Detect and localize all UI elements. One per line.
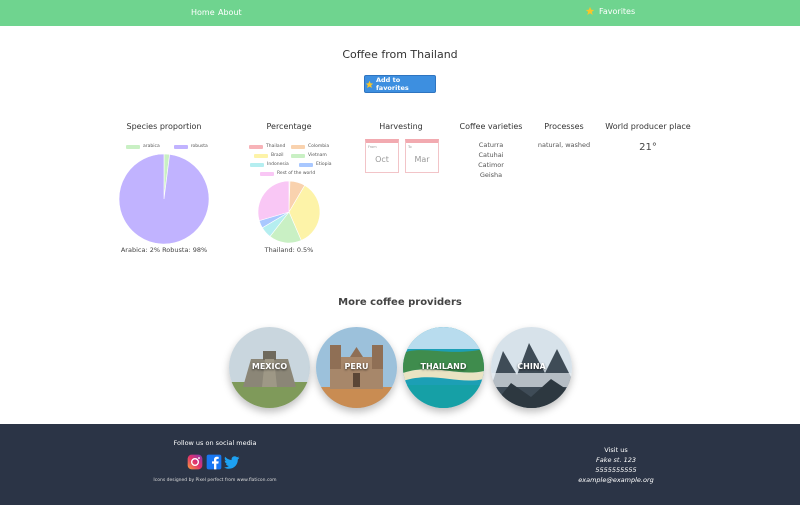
- provider-thailand[interactable]: THAILAND: [403, 327, 484, 408]
- legend-label: Brazil: [271, 153, 284, 158]
- add-to-favorites-label: Add to favorites: [375, 76, 409, 92]
- legend-swatch: [291, 153, 305, 158]
- harvest-to-value: Mar: [414, 155, 430, 164]
- provider-label: MEXICO: [251, 362, 288, 371]
- variety-item: Catuhai: [478, 151, 504, 159]
- world-place-heading: World producer place: [605, 122, 691, 131]
- facebook-icon[interactable]: [206, 454, 222, 470]
- provider-peru[interactable]: PERU: [316, 327, 397, 408]
- legend-label: Thailand: [266, 144, 286, 149]
- twitter-icon[interactable]: [224, 454, 240, 470]
- legend-item: Etiopia: [299, 162, 331, 167]
- legend-swatch: [254, 153, 268, 158]
- legend-label: Indonesia: [267, 162, 289, 167]
- species-legend: arabica robusta: [126, 144, 208, 149]
- variety-item: Catimor: [478, 161, 504, 169]
- variety-item: Caturra: [478, 141, 504, 149]
- legend-swatch: [173, 144, 188, 149]
- legend-item: Indonesia: [250, 162, 289, 167]
- species-heading: Species proportion: [126, 122, 202, 131]
- varieties-heading: Coffee varieties: [459, 122, 523, 131]
- harvest-from-card: From Oct: [365, 139, 399, 173]
- processes-value: natural, washed: [537, 141, 591, 149]
- legend-swatch: [126, 144, 140, 149]
- phone-text: 5555555555: [595, 466, 637, 474]
- address-text: Fake st. 123: [595, 456, 637, 464]
- nav-favorites-link[interactable]: Favorites: [585, 6, 635, 16]
- star-icon: [365, 80, 374, 88]
- legend-label: Colombia: [308, 144, 330, 149]
- page-title: Coffee from Thailand: [342, 48, 458, 61]
- legend-label: robusta: [190, 144, 208, 149]
- species-pie-chart: [118, 153, 210, 245]
- legend-swatch: [299, 162, 313, 167]
- footer: [0, 424, 800, 505]
- variety-item: Geisha: [479, 171, 503, 179]
- provider-label: PERU: [344, 362, 369, 371]
- harvest-from-value: Oct: [375, 155, 389, 164]
- percentage-heading: Percentage: [266, 122, 312, 131]
- legend-swatch: [249, 144, 263, 149]
- nav-home-link[interactable]: Home: [191, 8, 215, 17]
- world-place-value: 21°: [639, 142, 657, 153]
- species-caption: Arabica: 2% Robusta: 98%: [120, 246, 208, 254]
- provider-china[interactable]: CHINA: [491, 327, 572, 408]
- favorites-label: Favorites: [599, 6, 636, 16]
- instagram-icon[interactable]: [187, 454, 203, 470]
- follow-label: Follow us on social media: [173, 439, 257, 447]
- provider-label: THAILAND: [420, 362, 467, 371]
- more-providers-title: More coffee providers: [338, 297, 462, 308]
- legend-swatch: [291, 144, 305, 149]
- star-icon: [585, 6, 595, 15]
- pie-slice: [118, 153, 210, 245]
- email-text[interactable]: example@example.org: [566, 476, 666, 484]
- icon-credits: Icons designed by Pixel perfect from www…: [153, 478, 277, 483]
- provider-label: CHINA: [517, 362, 546, 371]
- legend-swatch: [260, 171, 274, 176]
- harvest-to-card: To Mar: [405, 139, 439, 173]
- nav-about-link[interactable]: About: [218, 8, 242, 17]
- legend-label: Etiopia: [316, 162, 332, 167]
- legend-item: Brazil: [254, 153, 284, 158]
- processes-heading: Processes: [544, 122, 584, 131]
- top-navbar: [0, 0, 800, 26]
- percentage-pie-chart: [257, 180, 321, 244]
- legend-item: Colombia: [291, 144, 329, 149]
- legend-swatch: [250, 162, 264, 167]
- legend-item: Thailand: [249, 144, 285, 149]
- legend-item: Vietnam: [291, 153, 327, 158]
- add-to-favorites-button[interactable]: Add to favorites: [364, 75, 436, 93]
- legend-label: Vietnam: [308, 153, 327, 158]
- legend-item: Rest of the world: [260, 171, 315, 176]
- provider-mexico[interactable]: MEXICO: [229, 327, 310, 408]
- harvest-to-label: To: [408, 145, 412, 149]
- percentage-caption: Thailand: 0.5%: [264, 246, 314, 254]
- harvest-from-label: From: [368, 145, 377, 149]
- harvesting-heading: Harvesting: [379, 122, 423, 131]
- visit-label: Visit us: [604, 446, 628, 454]
- legend-label: Rest of the world: [277, 171, 316, 176]
- legend-label: arabica: [143, 144, 160, 149]
